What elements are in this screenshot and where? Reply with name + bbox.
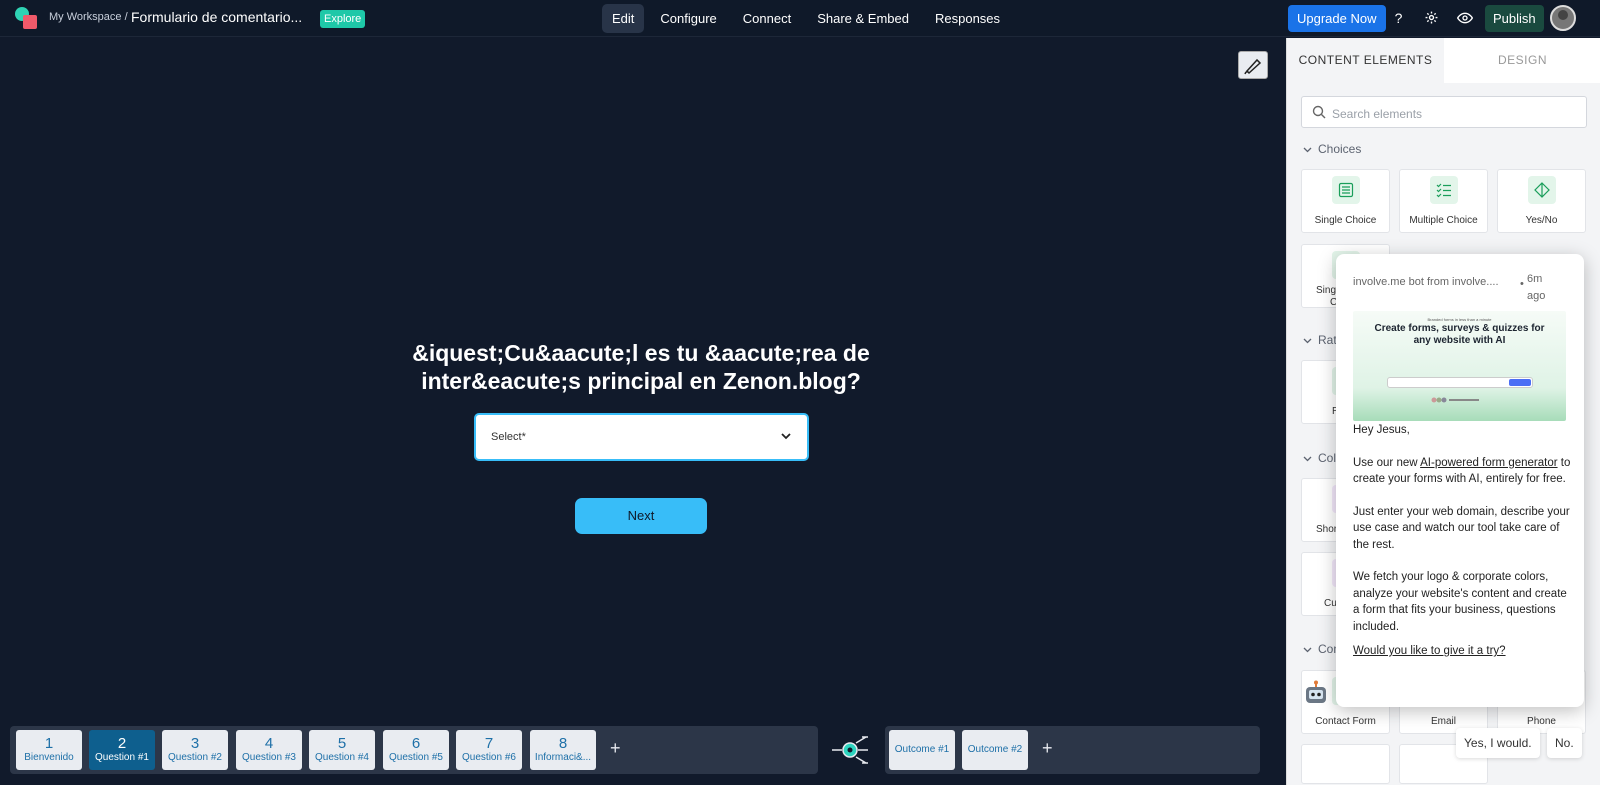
nav-share-embed[interactable]: Share & Embed xyxy=(807,4,919,33)
single-choice-icon xyxy=(1338,182,1354,198)
answer-select[interactable]: Select* xyxy=(474,413,809,461)
publish-button[interactable]: Publish xyxy=(1485,5,1544,32)
reply-yes-button[interactable]: Yes, I would. xyxy=(1456,728,1540,758)
brush-icon xyxy=(1244,58,1262,75)
preview-eye-icon[interactable] xyxy=(1456,10,1473,27)
panel-tabs: CONTENT ELEMENTS DESIGN xyxy=(1287,38,1600,83)
editor-canvas xyxy=(0,38,1286,785)
add-page-button[interactable]: + xyxy=(610,738,621,759)
page-tab-4[interactable]: 4 Question #3 xyxy=(236,730,302,770)
section-choices[interactable]: Choices xyxy=(1303,142,1361,156)
next-button[interactable]: Next xyxy=(575,498,707,534)
nav-edit[interactable]: Edit xyxy=(602,4,645,33)
bot-avatar-icon[interactable] xyxy=(1303,680,1329,706)
outcome-bar: Outcome #1 Outcome #2 + xyxy=(885,726,1260,774)
form-name[interactable]: Formulario de comentario... xyxy=(131,9,302,25)
gear-icon[interactable] xyxy=(1423,10,1440,27)
ai-form-generator-link[interactable]: AI-powered form generator xyxy=(1420,457,1557,469)
page-tab-5[interactable]: 5 Question #4 xyxy=(309,730,375,770)
chat-message-popup[interactable]: involve.me bot from involve.... • 6m ago… xyxy=(1336,254,1584,707)
page-tab-7[interactable]: 7 Question #6 xyxy=(456,730,522,770)
breadcrumb-workspace[interactable]: My Workspace / xyxy=(49,11,128,23)
help-icon[interactable]: ? xyxy=(1390,10,1407,27)
explore-badge[interactable]: Explore xyxy=(320,10,366,28)
main-nav: Edit Configure Connect Share & Embed Res… xyxy=(602,4,1016,33)
reply-no-button[interactable]: No. xyxy=(1547,728,1582,758)
chat-timestamp: 6m ago xyxy=(1527,273,1546,302)
try-it-link[interactable]: Would you like to give it a try? xyxy=(1353,643,1573,660)
multiple-choice-icon xyxy=(1436,183,1451,198)
logic-flow-icon[interactable] xyxy=(830,733,870,767)
user-avatar[interactable] xyxy=(1550,5,1576,31)
page-tab-2[interactable]: 2 Question #1 xyxy=(89,730,155,770)
outcome-tab-2[interactable]: Outcome #2 xyxy=(962,730,1028,770)
question-title[interactable]: &iquest;Cu&aacute;l es tu &aacute;rea de… xyxy=(380,339,902,395)
tab-design[interactable]: DESIGN xyxy=(1444,38,1600,83)
chevron-down-icon xyxy=(1303,147,1312,152)
section-collect[interactable]: Coll xyxy=(1303,451,1339,465)
upgrade-button[interactable]: Upgrade Now xyxy=(1288,5,1386,32)
app-logo[interactable] xyxy=(15,7,37,29)
add-outcome-button[interactable]: + xyxy=(1042,738,1053,759)
chat-sender: involve.me bot from involve.... xyxy=(1353,276,1499,288)
search-icon xyxy=(1312,105,1326,119)
chat-message-body: Hey Jesus, Use our new AI-powered form g… xyxy=(1353,422,1573,676)
search-placeholder: Search elements xyxy=(1332,107,1423,121)
page-tab-6[interactable]: 6 Question #5 xyxy=(383,730,449,770)
select-placeholder: Select* xyxy=(491,431,526,443)
design-brush-button[interactable] xyxy=(1238,51,1268,79)
element-multiple-choice[interactable]: Multiple Choice xyxy=(1399,169,1488,233)
element-more-1[interactable] xyxy=(1301,744,1390,784)
nav-connect[interactable]: Connect xyxy=(733,4,801,33)
nav-configure[interactable]: Configure xyxy=(650,4,726,33)
element-yes-no[interactable]: Yes/No xyxy=(1497,169,1586,233)
page-tab-8[interactable]: 8 Informaci&... xyxy=(530,730,596,770)
page-tab-1[interactable]: 1 Bienvenido xyxy=(16,730,82,770)
element-single-choice[interactable]: Single Choice xyxy=(1301,169,1390,233)
promo-image[interactable]: Branded forms in less than a minute Crea… xyxy=(1353,311,1566,421)
chat-separator-dot: • xyxy=(1520,278,1524,290)
yes-no-icon xyxy=(1534,182,1550,198)
nav-responses[interactable]: Responses xyxy=(925,4,1010,33)
page-tab-3[interactable]: 3 Question #2 xyxy=(162,730,228,770)
search-elements-input[interactable]: Search elements xyxy=(1301,96,1587,128)
top-bar: My Workspace / Formulario de comentario.… xyxy=(0,0,1600,37)
chevron-down-icon xyxy=(781,433,791,440)
section-ratings[interactable]: Rati xyxy=(1303,333,1339,347)
page-bar: 1 Bienvenido 2 Question #1 3 Question #2 4Q… xyxy=(10,726,818,774)
outcome-tab-1[interactable]: Outcome #1 xyxy=(889,730,955,770)
section-contact[interactable]: Con xyxy=(1303,642,1340,656)
tab-content-elements[interactable]: CONTENT ELEMENTS xyxy=(1287,38,1444,83)
